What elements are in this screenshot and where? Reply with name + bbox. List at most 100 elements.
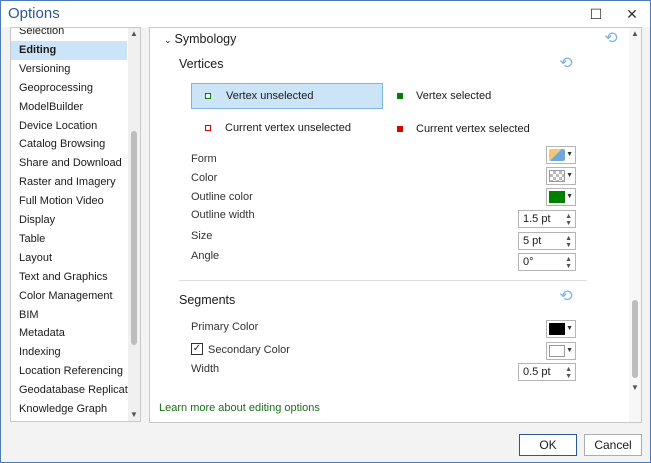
panel-scrollbar[interactable]: ▲ ▼: [629, 28, 641, 422]
segment-width-label: Width: [191, 363, 220, 375]
chevron-up-icon[interactable]: ▲: [565, 366, 572, 373]
vertex-selected-swatch: [397, 93, 403, 99]
maximize-icon: ☐: [589, 6, 603, 22]
nav-scroll-thumb[interactable]: [131, 131, 137, 345]
nav-item-knowledge-graph[interactable]: Knowledge Graph: [11, 400, 127, 419]
panel-scroll-thumb[interactable]: [632, 300, 638, 378]
primary-color-swatch: [549, 323, 565, 335]
form-picker[interactable]: ▼: [546, 146, 576, 164]
nav-item-text-and-graphics[interactable]: Text and Graphics: [11, 268, 127, 287]
current-vertex-selected-option[interactable]: Current vertex selected: [390, 116, 580, 142]
segments-reset-icon[interactable]: ⟲: [557, 288, 575, 306]
scroll-up-icon[interactable]: ▲: [129, 29, 139, 39]
secondary-color-label: Secondary Color: [208, 344, 290, 356]
nav-item-color-management[interactable]: Color Management: [11, 287, 127, 306]
segments-title: Segments: [179, 293, 236, 307]
dropdown-arrow-icon: ▼: [566, 193, 573, 200]
chevron-down-icon[interactable]: ▼: [565, 220, 572, 227]
form-label: Form: [191, 153, 217, 165]
nav-item-modelbuilder[interactable]: ModelBuilder: [11, 98, 127, 117]
close-icon: ✕: [626, 6, 638, 22]
secondary-color-swatch: [549, 345, 565, 357]
vertex-unselected-label: Vertex unselected: [226, 90, 314, 102]
title-bar: Options ☐ ✕: [1, 1, 650, 27]
ok-button[interactable]: OK: [519, 434, 577, 456]
current-unselected-label: Current vertex unselected: [225, 122, 351, 134]
section-divider: [179, 280, 587, 281]
size-value: 5 pt: [523, 235, 542, 247]
vertex-selected-option[interactable]: Vertex selected: [390, 83, 580, 109]
symbology-expander[interactable]: ⌄ Symbology: [164, 32, 236, 46]
nav-item-location-referencing[interactable]: Location Referencing: [11, 362, 127, 381]
segment-width-stepper[interactable]: 0.5 pt ▲ ▼: [518, 363, 576, 381]
nav-item-metadata[interactable]: Metadata: [11, 324, 127, 343]
size-label: Size: [191, 230, 213, 242]
maximize-button[interactable]: ☐: [585, 5, 607, 23]
nav-item-table[interactable]: Table: [11, 230, 127, 249]
nav-item-geodatabase-replication[interactable]: Geodatabase Replication: [11, 381, 140, 400]
nav-item-bim[interactable]: BIM: [11, 306, 127, 325]
close-button[interactable]: ✕: [621, 5, 643, 23]
chevron-up-icon[interactable]: ▲: [565, 256, 572, 263]
editing-options-panel: ⌄ Symbology ⟲ Vertices ⟲ Vertex unselecte…: [149, 27, 642, 423]
color-label: Color: [191, 172, 218, 184]
window-title: Options: [8, 5, 60, 22]
nav-item-versioning[interactable]: Versioning: [11, 60, 127, 79]
secondary-color-picker[interactable]: ▼: [546, 342, 576, 360]
scroll-down-icon[interactable]: ▼: [630, 383, 640, 393]
outline-width-label: Outline width: [191, 209, 255, 221]
vertex-unselected-swatch: [205, 93, 211, 99]
learn-more-link[interactable]: Learn more about editing options: [159, 402, 320, 414]
options-nav-list: Selection Editing Versioning Geoprocessing M…: [10, 27, 141, 422]
size-stepper[interactable]: 5 pt ▲ ▼: [518, 232, 576, 250]
primary-color-picker[interactable]: ▼: [546, 320, 576, 338]
current-selected-label: Current vertex selected: [416, 123, 530, 135]
angle-label: Angle: [191, 250, 220, 262]
checkmark-icon: ✓: [191, 343, 203, 355]
nav-item-device-location[interactable]: Device Location: [11, 117, 127, 136]
vertices-reset-icon[interactable]: ⟲: [557, 55, 575, 73]
angle-value: 0°: [523, 256, 534, 268]
vertices-title: Vertices: [179, 57, 224, 71]
symbology-header: Symbology: [174, 32, 237, 46]
chevron-down-icon[interactable]: ▼: [565, 263, 572, 270]
outline-color-picker[interactable]: ▼: [546, 188, 576, 206]
dropdown-arrow-icon: ▼: [566, 347, 573, 354]
nav-item-full-motion-video[interactable]: Full Motion Video: [11, 192, 127, 211]
nav-item-catalog-browsing[interactable]: Catalog Browsing: [11, 135, 127, 154]
scroll-up-icon[interactable]: ▲: [630, 29, 640, 39]
form-shape-icon: [549, 149, 565, 161]
cancel-button[interactable]: Cancel: [584, 434, 642, 456]
nav-item-display[interactable]: Display: [11, 211, 127, 230]
segment-width-value: 0.5 pt: [523, 366, 551, 378]
no-color-swatch: [549, 170, 565, 182]
outline-width-stepper[interactable]: 1.5 pt ▲ ▼: [518, 210, 576, 228]
chevron-down-icon[interactable]: ▼: [565, 242, 572, 249]
chevron-down-icon[interactable]: ▼: [565, 373, 572, 380]
outline-color-swatch: [549, 191, 565, 203]
nav-scrollbar[interactable]: ▲ ▼: [128, 28, 140, 421]
reset-icon[interactable]: ⟲: [602, 30, 620, 48]
dropdown-arrow-icon: ▼: [566, 151, 573, 158]
nav-item-editing[interactable]: Editing: [11, 40, 127, 60]
angle-stepper[interactable]: 0° ▲ ▼: [518, 253, 576, 271]
vertex-selected-label: Vertex selected: [416, 90, 492, 102]
chevron-up-icon[interactable]: ▲: [565, 213, 572, 220]
nav-item-selection[interactable]: Selection: [11, 28, 127, 41]
chevron-up-icon[interactable]: ▲: [565, 235, 572, 242]
dropdown-arrow-icon: ▼: [566, 325, 573, 332]
primary-color-label: Primary Color: [191, 321, 259, 333]
nav-item-geoprocessing[interactable]: Geoprocessing: [11, 79, 127, 98]
color-picker[interactable]: ▼: [546, 167, 576, 185]
chevron-down-icon: ⌄: [164, 35, 172, 45]
current-selected-swatch: [397, 126, 403, 132]
current-vertex-unselected-option[interactable]: Current vertex unselected: [191, 116, 383, 142]
nav-item-raster-and-imagery[interactable]: Raster and Imagery: [11, 173, 127, 192]
secondary-color-checkbox[interactable]: ✓: [191, 343, 205, 357]
nav-item-share-and-download[interactable]: Share and Download: [11, 154, 127, 173]
nav-item-layout[interactable]: Layout: [11, 249, 127, 268]
nav-item-indexing[interactable]: Indexing: [11, 343, 127, 362]
vertex-unselected-option[interactable]: Vertex unselected: [191, 83, 383, 109]
outline-width-value: 1.5 pt: [523, 213, 551, 225]
scroll-down-icon[interactable]: ▼: [129, 410, 139, 420]
